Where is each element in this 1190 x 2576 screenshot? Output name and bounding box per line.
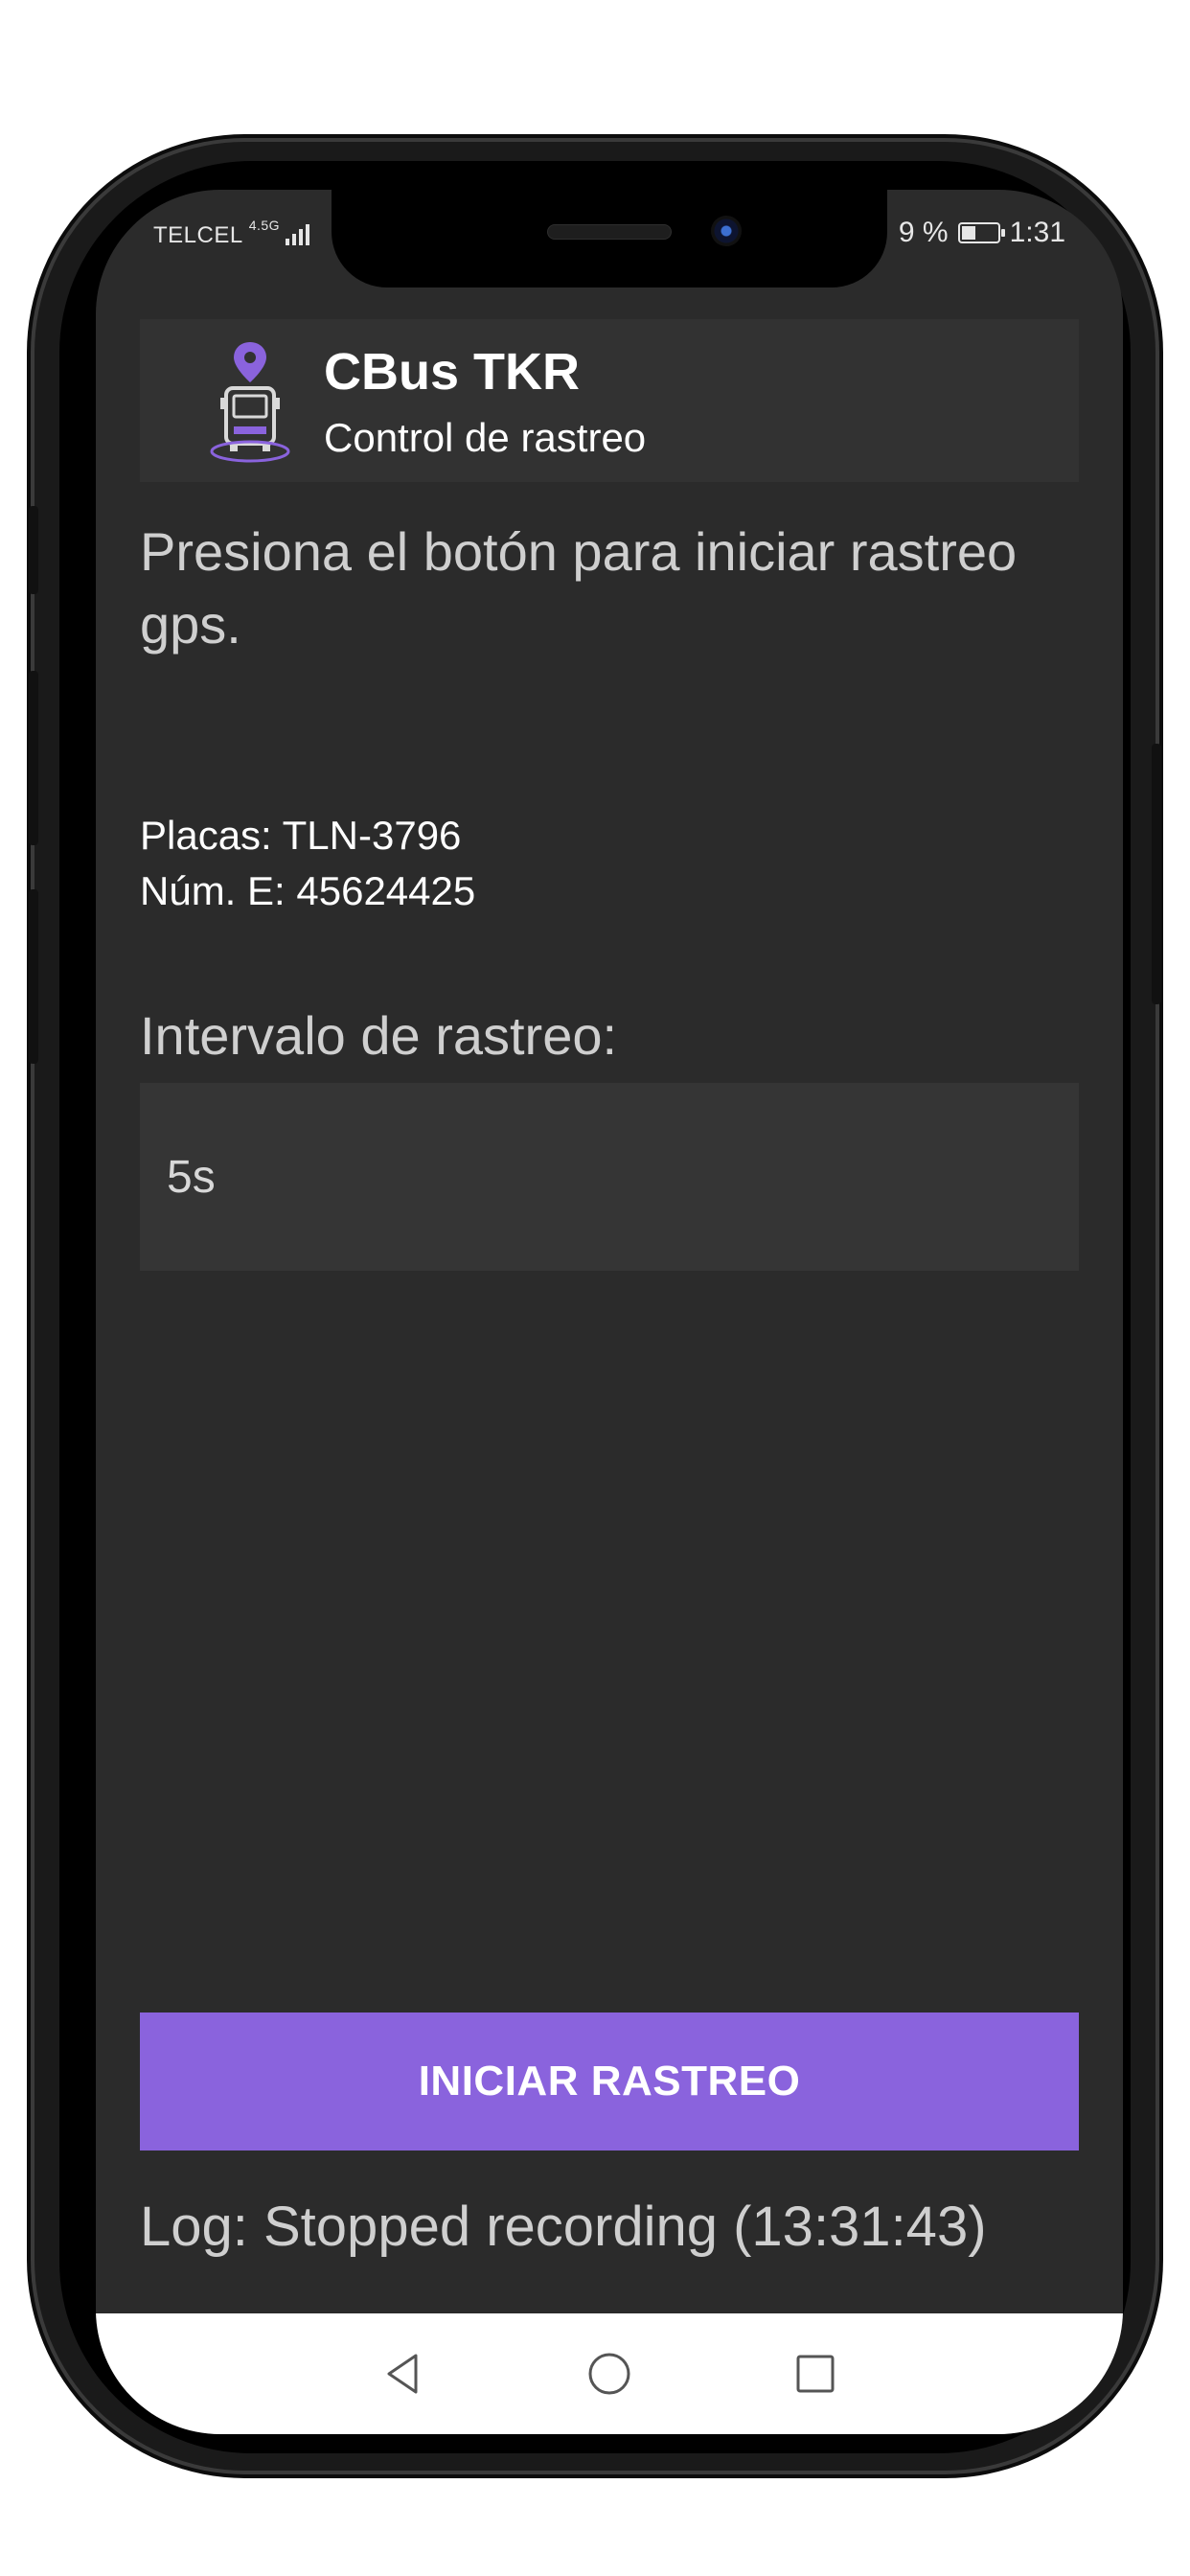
clock: 1:31 xyxy=(1009,217,1065,248)
home-circle-icon[interactable] xyxy=(585,2350,633,2398)
interval-label: Intervalo de rastreo: xyxy=(140,1005,618,1066)
navigation-bar xyxy=(96,2313,1123,2434)
vehicle-info: Placas: TLN-3796 Núm. E: 45624425 xyxy=(140,808,475,919)
notch xyxy=(332,190,887,288)
recents-square-icon[interactable] xyxy=(791,2350,839,2398)
employee-number-label: Núm. E: 45624425 xyxy=(140,868,476,913)
interval-value: 5s xyxy=(167,1151,216,1203)
log-text: Log: Stopped recording (13:31:43) xyxy=(140,2196,987,2258)
carrier-label: TELCEL xyxy=(153,222,243,248)
app-subtitle: Control de rastreo xyxy=(324,415,647,460)
phone-mockup: TELCEL 4.5G 9 % 1:31 CBus TKR Control de… xyxy=(0,0,1190,2576)
bus-location-pin-icon xyxy=(210,342,290,463)
volume-up-button xyxy=(29,671,38,845)
interval-select[interactable]: 5s xyxy=(140,1083,1079,1271)
network-type: 4.5G xyxy=(248,218,281,233)
status-left: TELCEL 4.5G xyxy=(153,218,310,249)
app-header: CBus TKR Control de rastreo xyxy=(140,319,1079,482)
battery-percent: 9 % xyxy=(898,217,949,248)
instructions-text: Presiona el botón para iniciar rastreo g… xyxy=(140,521,1018,655)
power-button xyxy=(1152,744,1161,1004)
mute-switch xyxy=(29,506,38,594)
phone-screen: TELCEL 4.5G 9 % 1:31 CBus TKR Control de… xyxy=(96,190,1123,2434)
volume-down-button xyxy=(29,889,38,1064)
battery-icon xyxy=(957,222,1005,243)
back-triangle-icon[interactable] xyxy=(379,2350,427,2398)
start-tracking-button[interactable]: INICIAR RASTREO xyxy=(140,2012,1079,2150)
speaker-grille xyxy=(547,224,672,240)
status-right: 9 % 1:31 xyxy=(899,217,1065,249)
front-camera xyxy=(711,216,742,246)
plates-label: Placas: TLN-3796 xyxy=(140,813,462,858)
signal-icon xyxy=(286,222,310,245)
app-title: CBus TKR xyxy=(324,343,580,401)
